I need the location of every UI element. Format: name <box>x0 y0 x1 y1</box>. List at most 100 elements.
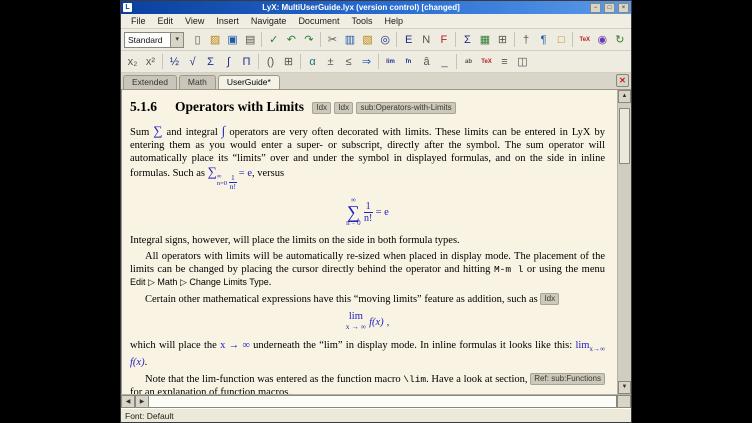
titlebar[interactable]: L LyX: MultiUserGuide.lyx (version contr… <box>121 1 631 14</box>
emphasis-icon[interactable]: E <box>400 31 417 48</box>
text-run: Sum <box>130 127 153 138</box>
tab-close-icon[interactable]: ✕ <box>616 74 629 87</box>
math-spacing-icon[interactable]: _ <box>436 53 453 70</box>
paragraph: Note that the lim-function was entered a… <box>130 372 605 394</box>
find-replace-icon[interactable]: ◎ <box>377 31 394 48</box>
display-formula-lim[interactable]: limx → ∞ f(x), <box>130 312 605 332</box>
cross-reference-inset[interactable]: Ref: sub:Functions <box>530 373 605 385</box>
menu-edit[interactable]: Edit <box>152 16 180 26</box>
redo-icon[interactable]: ↷ <box>301 31 318 48</box>
menu-tools[interactable]: Tools <box>345 16 378 26</box>
insert-sum-icon[interactable]: Σ <box>202 53 219 70</box>
undo-icon[interactable]: ↶ <box>283 31 300 48</box>
cut-icon[interactable]: ✂ <box>324 31 341 48</box>
greek-letters-icon[interactable]: α <box>304 53 321 70</box>
toolbar-separator <box>320 32 321 47</box>
toolbar-separator <box>162 54 163 69</box>
insert-delimiters-icon[interactable]: () <box>262 53 279 70</box>
paragraph-style-combo[interactable]: Standard ▾ <box>124 32 184 48</box>
index-inset[interactable]: Idx <box>312 102 331 114</box>
functions-icon[interactable]: fn <box>400 53 417 70</box>
paragraph: Certain other mathematical expressions h… <box>130 292 605 306</box>
update-output-icon[interactable]: ↻ <box>612 31 629 48</box>
scroll-left-icon[interactable]: ◀ <box>121 395 135 408</box>
decorations-icon[interactable]: â <box>418 53 435 70</box>
horizontal-scroll-track[interactable] <box>149 395 617 408</box>
text-run: . <box>145 357 148 368</box>
tab-math[interactable]: Math <box>179 75 216 89</box>
relations-icon[interactable]: ≤ <box>340 53 357 70</box>
inline-sum-symbol[interactable]: ∑ <box>153 123 162 138</box>
menu-help[interactable]: Help <box>378 16 409 26</box>
menu-insert[interactable]: Insert <box>210 16 245 26</box>
section-heading-5-1-6: 5.1.6Operators with Limits Idx Idx sub:O… <box>130 99 605 116</box>
scroll-down-icon[interactable]: ▼ <box>618 381 631 394</box>
insert-product-icon[interactable]: Π <box>238 53 255 70</box>
text-in-math-icon[interactable]: ab <box>460 53 477 70</box>
vertical-scrollbar[interactable]: ▲ ▼ <box>617 90 631 394</box>
arrows-icon[interactable]: ⇒ <box>358 53 375 70</box>
minimize-button[interactable]: − <box>590 3 601 13</box>
print-document-icon[interactable]: ▤ <box>242 31 259 48</box>
vertical-scroll-track[interactable] <box>618 103 631 381</box>
display-toggle-icon[interactable]: ◫ <box>514 53 531 70</box>
insert-table-icon[interactable]: ⊞ <box>494 31 511 48</box>
superscript-icon[interactable]: x² <box>142 53 159 70</box>
paste-icon[interactable]: ▧ <box>359 31 376 48</box>
maximize-button[interactable]: □ <box>604 3 615 13</box>
index-inset[interactable]: Idx <box>334 102 353 114</box>
scroll-right-icon[interactable]: ▶ <box>135 395 149 408</box>
binary-operators-icon[interactable]: ± <box>322 53 339 70</box>
document-canvas[interactable]: 5.1.6Operators with Limits Idx Idx sub:O… <box>122 90 617 394</box>
tex-mode-icon[interactable]: TeX <box>478 53 495 70</box>
insert-sqrt-icon[interactable]: √ <box>184 53 201 70</box>
tex-macro-text: \lim <box>403 374 426 385</box>
toolbar-separator <box>396 32 397 47</box>
display-formula-sum[interactable]: ∞∑n = 0 1n! = e <box>130 197 605 227</box>
menu-file[interactable]: File <box>125 16 152 26</box>
apply-font-icon[interactable]: F <box>436 31 453 48</box>
index-inset[interactable]: Idx <box>540 293 559 305</box>
text-run: Integral signs, however, will place the … <box>130 235 460 246</box>
insert-footnote-icon[interactable]: † <box>518 31 535 48</box>
insert-fraction-icon[interactable]: ½ <box>166 53 183 70</box>
view-output-icon[interactable]: ◉ <box>594 31 611 48</box>
text-run: . Have a look at section, <box>426 374 530 385</box>
save-document-icon[interactable]: ▣ <box>224 31 241 48</box>
math-panel-icon[interactable]: ≡ <box>496 53 513 70</box>
insert-margin-note-icon[interactable]: ¶ <box>535 31 552 48</box>
status-text: Font: Default <box>125 411 174 421</box>
spellcheck-icon[interactable]: ✓ <box>265 31 282 48</box>
label-inset[interactable]: sub:Operators-with-Limits <box>356 102 455 114</box>
vertical-scroll-thumb[interactable] <box>619 108 630 164</box>
chevron-down-icon[interactable]: ▾ <box>170 33 183 47</box>
menu-view[interactable]: View <box>179 16 210 26</box>
toolbar-separator <box>455 32 456 47</box>
inline-math-x-to-infinity[interactable]: x → ∞ <box>220 340 250 351</box>
close-button[interactable]: × <box>618 3 629 13</box>
toolbar-separator <box>456 54 457 69</box>
insert-integral-icon[interactable]: ∫ <box>220 53 237 70</box>
text-run: Certain other mathematical expressions h… <box>145 294 540 305</box>
insert-matrix-icon[interactable]: ⊞ <box>280 53 297 70</box>
scroll-up-icon[interactable]: ▲ <box>618 90 631 103</box>
insert-note-icon[interactable]: □ <box>553 31 570 48</box>
inline-formula-sum[interactable]: ∑∞n=01n!= e <box>208 168 252 179</box>
tab-extended[interactable]: Extended <box>123 75 177 89</box>
resize-corner <box>617 395 631 408</box>
paragraph: which will place the x → ∞ underneath th… <box>130 339 605 369</box>
insert-limit-icon[interactable]: lim <box>382 53 399 70</box>
copy-icon[interactable]: ▥ <box>342 31 359 48</box>
menu-document[interactable]: Document <box>292 16 345 26</box>
insert-math-icon[interactable]: Σ <box>459 31 476 48</box>
open-document-icon[interactable]: ▨ <box>207 31 224 48</box>
subscript-icon[interactable]: x₂ <box>124 53 141 70</box>
insert-graphics-icon[interactable]: ▦ <box>477 31 494 48</box>
main-toolbar: Standard ▾ ▯ ▨ ▣ ▤ ✓ ↶ ↷ ✂ ▥ ▧ ◎ E N F Σ… <box>121 29 631 51</box>
new-document-icon[interactable]: ▯ <box>189 31 206 48</box>
tab-userguide[interactable]: UserGuide* <box>218 75 280 89</box>
toolbar-separator <box>261 32 262 47</box>
menu-navigate[interactable]: Navigate <box>245 16 293 26</box>
noun-icon[interactable]: N <box>418 31 435 48</box>
tex-source-icon[interactable]: TeX <box>576 31 593 48</box>
